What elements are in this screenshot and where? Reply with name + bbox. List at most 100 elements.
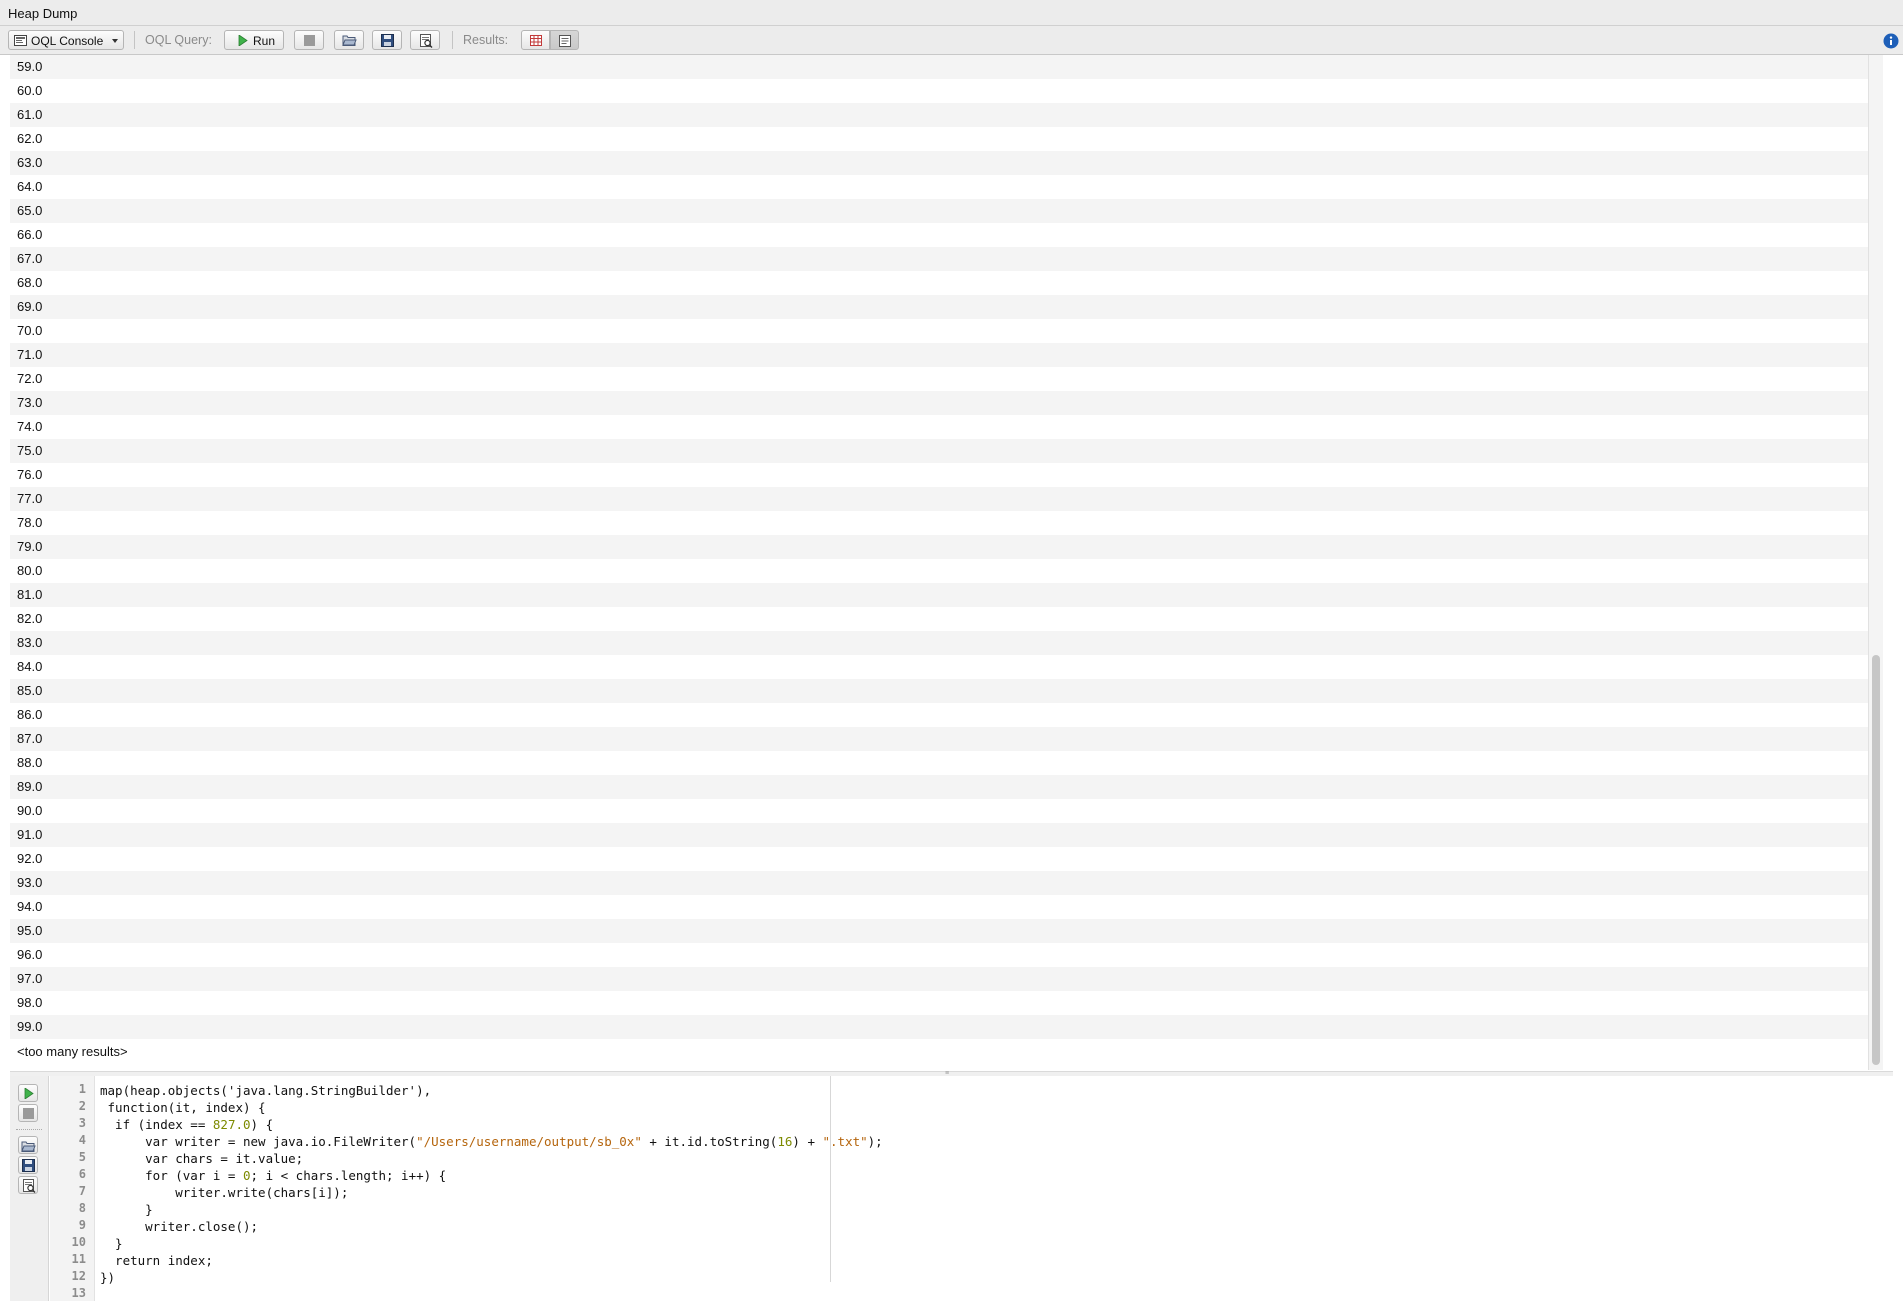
- code-line: return index;: [100, 1253, 213, 1268]
- number-literal: 0: [243, 1168, 251, 1183]
- code-line: for (var i = 0; i < chars.length; i++) {: [100, 1168, 447, 1183]
- result-row[interactable]: 96.0: [10, 943, 1883, 967]
- code-line: writer.close();: [100, 1219, 259, 1234]
- sidebar-save-button[interactable]: [18, 1156, 38, 1174]
- info-icon[interactable]: [1883, 33, 1899, 49]
- oql-toolbar: OQL Console OQL Query: Run Results:: [0, 26, 1903, 55]
- toolbar-separator: [452, 31, 453, 49]
- result-row[interactable]: 80.0: [10, 559, 1883, 583]
- stop-icon: [23, 1108, 34, 1119]
- result-row[interactable]: 78.0: [10, 511, 1883, 535]
- results-scrollbar[interactable]: [1868, 55, 1883, 1070]
- toolbar-separator: [134, 31, 135, 49]
- result-row[interactable]: 74.0: [10, 415, 1883, 439]
- open-folder-icon: [21, 1141, 36, 1152]
- result-row[interactable]: 89.0: [10, 775, 1883, 799]
- play-icon: [238, 35, 248, 46]
- sidebar-separator: [16, 1129, 42, 1130]
- line-number: 5: [78, 1150, 86, 1164]
- results-scrollbar-thumb[interactable]: [1872, 655, 1880, 1065]
- result-row[interactable]: 85.0: [10, 679, 1883, 703]
- result-row[interactable]: 91.0: [10, 823, 1883, 847]
- code-line: writer.write(chars[i]);: [100, 1185, 349, 1200]
- code-line: if (index == 827.0) {: [100, 1117, 274, 1132]
- result-row[interactable]: 62.0: [10, 127, 1883, 151]
- result-row[interactable]: 84.0: [10, 655, 1883, 679]
- sidebar-save-as-button[interactable]: [18, 1176, 38, 1194]
- table-view-toggle[interactable]: [521, 30, 550, 50]
- result-row[interactable]: 95.0: [10, 919, 1883, 943]
- oql-code-editor[interactable]: map(heap.objects('java.lang.StringBuilde…: [100, 1076, 1880, 1301]
- save-icon: [381, 34, 394, 47]
- code-line: var chars = it.value;: [100, 1151, 304, 1166]
- save-as-icon: [23, 1179, 36, 1193]
- result-row[interactable]: 90.0: [10, 799, 1883, 823]
- oql-query-label: OQL Query:: [145, 33, 212, 47]
- run-button[interactable]: Run: [224, 30, 284, 50]
- result-row[interactable]: 98.0: [10, 991, 1883, 1015]
- code-line: var writer = new java.io.FileWriter("/Us…: [100, 1134, 883, 1149]
- results-rows: 59.0 60.0 61.0 62.0 63.0 64.0 65.0 66.0 67.0 68.0…: [10, 55, 1883, 1039]
- result-row[interactable]: 87.0: [10, 727, 1883, 751]
- line-number: 12: [71, 1269, 86, 1283]
- result-row[interactable]: 71.0: [10, 343, 1883, 367]
- line-number: 4: [78, 1133, 86, 1147]
- result-row[interactable]: 68.0: [10, 271, 1883, 295]
- result-row[interactable]: 67.0: [10, 247, 1883, 271]
- result-row[interactable]: 79.0: [10, 535, 1883, 559]
- stop-button[interactable]: [294, 30, 324, 50]
- console-select-value: OQL Console: [31, 34, 104, 48]
- result-row[interactable]: 66.0: [10, 223, 1883, 247]
- line-number: 8: [78, 1201, 86, 1215]
- code-line: }): [100, 1270, 116, 1285]
- result-row[interactable]: 60.0: [10, 79, 1883, 103]
- save-as-icon: [420, 34, 433, 48]
- result-row[interactable]: 93.0: [10, 871, 1883, 895]
- editor-sidebar: [10, 1076, 49, 1301]
- html-view-toggle[interactable]: [550, 30, 579, 50]
- result-row[interactable]: 75.0: [10, 439, 1883, 463]
- open-folder-icon: [342, 35, 357, 46]
- result-row[interactable]: 61.0: [10, 103, 1883, 127]
- result-row[interactable]: 64.0: [10, 175, 1883, 199]
- result-row[interactable]: 86.0: [10, 703, 1883, 727]
- number-literal: 16: [777, 1134, 793, 1149]
- open-query-button[interactable]: [334, 30, 364, 50]
- sidebar-open-button[interactable]: [18, 1136, 38, 1154]
- result-row[interactable]: 73.0: [10, 391, 1883, 415]
- result-row[interactable]: 94.0: [10, 895, 1883, 919]
- result-row[interactable]: 63.0: [10, 151, 1883, 175]
- console-select[interactable]: OQL Console: [8, 30, 124, 50]
- results-table[interactable]: 59.0 60.0 61.0 62.0 63.0 64.0 65.0 66.0 67.0 68.0…: [10, 55, 1883, 1070]
- line-number: 10: [71, 1235, 86, 1249]
- sidebar-stop-button[interactable]: [18, 1104, 38, 1122]
- save-query-button[interactable]: [372, 30, 402, 50]
- save-as-query-button[interactable]: [410, 30, 440, 50]
- result-row[interactable]: 69.0: [10, 295, 1883, 319]
- code-line: function(it, index) {: [100, 1100, 266, 1115]
- result-row[interactable]: 76.0: [10, 463, 1883, 487]
- sidebar-run-button[interactable]: [18, 1084, 38, 1102]
- line-number: 11: [71, 1252, 86, 1266]
- result-row[interactable]: 59.0: [10, 55, 1883, 79]
- result-row[interactable]: 97.0: [10, 967, 1883, 991]
- save-icon: [22, 1159, 35, 1172]
- window-title: Heap Dump: [8, 6, 78, 21]
- console-icon: [14, 35, 27, 46]
- result-row[interactable]: 70.0: [10, 319, 1883, 343]
- result-row[interactable]: 83.0: [10, 631, 1883, 655]
- result-row[interactable]: 77.0: [10, 487, 1883, 511]
- line-number: 6: [78, 1167, 86, 1181]
- result-row[interactable]: 72.0: [10, 367, 1883, 391]
- result-row[interactable]: 65.0: [10, 199, 1883, 223]
- result-row[interactable]: 82.0: [10, 607, 1883, 631]
- run-button-label: Run: [253, 34, 276, 48]
- result-row[interactable]: 92.0: [10, 847, 1883, 871]
- result-row[interactable]: 99.0: [10, 1015, 1883, 1039]
- line-number: 13: [71, 1286, 86, 1300]
- code-line: }: [100, 1202, 153, 1217]
- result-row[interactable]: 88.0: [10, 751, 1883, 775]
- chevron-down-icon: [112, 39, 118, 43]
- line-number: 9: [78, 1218, 86, 1232]
- result-row[interactable]: 81.0: [10, 583, 1883, 607]
